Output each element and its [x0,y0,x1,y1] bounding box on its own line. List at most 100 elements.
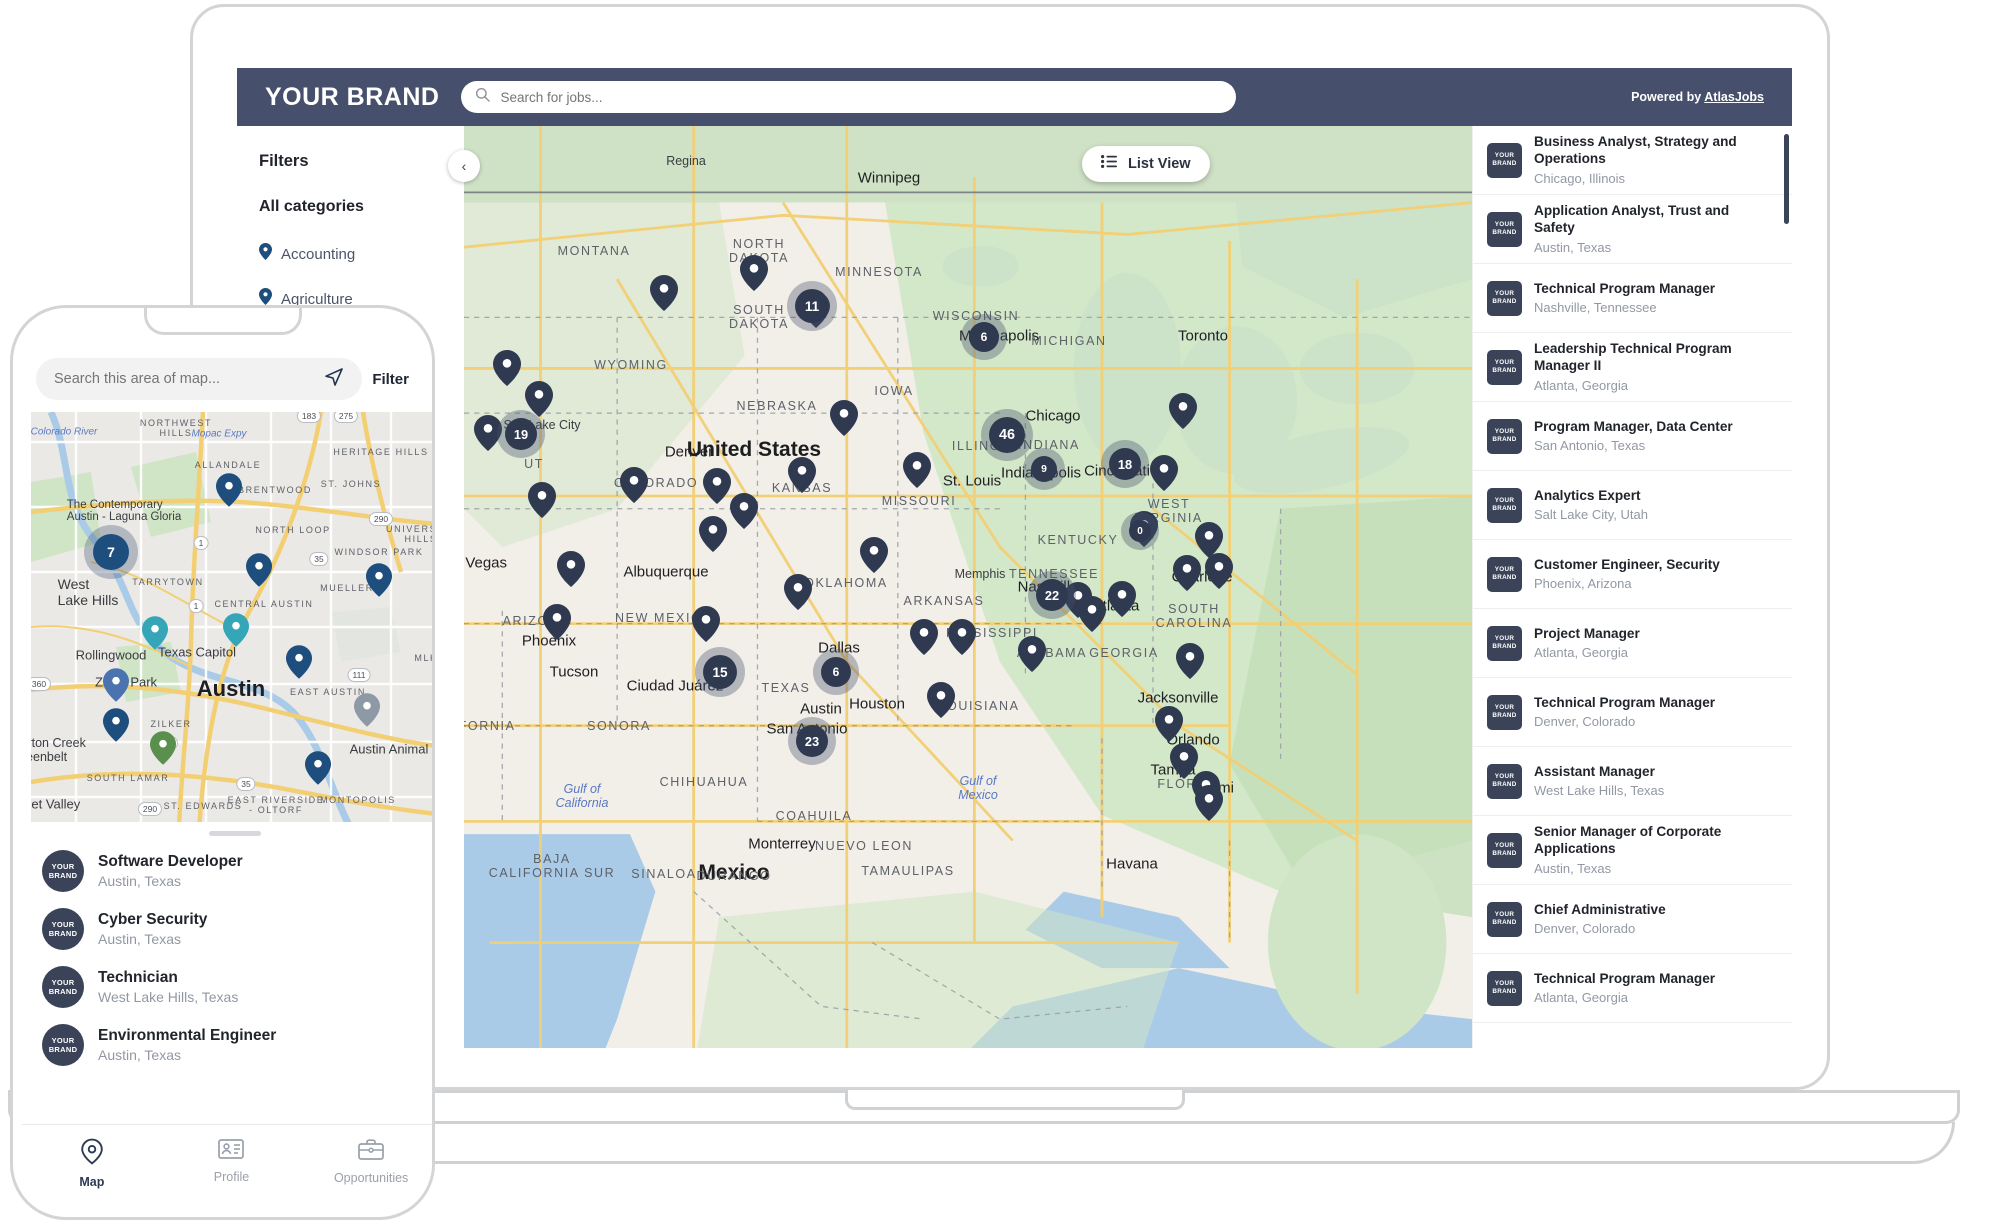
phone-map-pin[interactable] [305,751,331,790]
job-results-list[interactable]: YOUR BRAND Business Analyst, Strategy and … [1472,126,1792,1048]
list-view-button[interactable]: List View [1082,146,1210,182]
job-list-item[interactable]: YOUR BRAND Analytics Expert Salt Lake City,… [1473,471,1792,540]
job-list-item[interactable]: YOUR BRAND Senior Manager of Corporate App… [1473,816,1792,885]
map-pin[interactable] [692,606,720,647]
phone-job-list-item[interactable]: YOUR BRAND Software Developer Austin, Texas [22,842,432,900]
highway-shield: 111 [347,668,371,682]
phone-job-list-item[interactable]: YOUR BRAND Environmental Engineer Austin, T… [22,1016,432,1074]
map-pin[interactable] [620,467,648,508]
job-search-container[interactable] [461,81,1237,113]
search-input[interactable] [500,89,1223,105]
map-pin[interactable] [543,604,571,645]
phone-map-pin[interactable] [103,668,129,707]
map-pin[interactable] [830,400,858,441]
map-pin[interactable] [1205,553,1233,594]
phone-map-pin[interactable] [216,473,242,512]
phone-filter-button[interactable]: Filter [372,371,413,388]
map-pin[interactable] [1155,706,1183,747]
logo-line-2: BRAND [1492,643,1517,650]
job-text: Technical Program Manager Denver, Colorad… [1534,695,1715,730]
phone-search-row: Filter [22,352,427,412]
map-pin[interactable] [903,452,931,493]
job-list-item[interactable]: YOUR BRAND Chief Administrative Denver, Col… [1473,885,1792,954]
job-title: Senior Manager of Corporate Applications [1534,824,1722,856]
map-pin[interactable] [1108,581,1136,622]
phone-search-input[interactable] [54,371,315,387]
map-pin[interactable] [703,468,731,509]
map-pin[interactable] [927,682,955,723]
phone-map-cluster[interactable]: 7 [84,525,138,579]
job-list-item[interactable]: YOUR BRAND Technical Program Manager Denver… [1473,678,1792,747]
map-cluster[interactable]: 9 [1023,448,1065,490]
phone-map-pin[interactable] [354,693,380,732]
job-list-item[interactable]: YOUR BRAND Business Analyst, Strategy and … [1473,126,1792,195]
map-pin[interactable] [910,619,938,660]
jobs-map[interactable]: List View United States Mexico Regina Winni… [464,126,1472,1048]
sheet-drag-handle[interactable] [208,831,261,836]
map-pin[interactable] [788,457,816,498]
map-cluster[interactable]: 6 [961,314,1007,360]
atlasjobs-link[interactable]: AtlasJobs [1704,90,1764,104]
phone-map[interactable]: Austin The Contemporary Austin - Laguna Gl… [31,412,432,829]
job-list-item[interactable]: YOUR BRAND Program Manager, Data Center San… [1473,402,1792,471]
phone-map-pin[interactable] [142,616,168,655]
map-pin[interactable] [493,350,521,391]
map-pin[interactable] [784,574,812,615]
phone-job-list[interactable]: YOUR BRAND Software Developer Austin, Texas… [22,842,432,1074]
job-text: Chief Administrative Denver, Colorado [1534,902,1666,937]
map-pin[interactable] [1169,393,1197,434]
map-cluster[interactable]: 6 [813,649,859,695]
phone-search-container[interactable] [36,358,363,400]
map-pin[interactable] [948,619,976,660]
job-list-item[interactable]: YOUR BRAND Project Manager Atlanta, Georgia [1473,609,1792,678]
map-pin[interactable] [699,516,727,557]
job-list-item[interactable]: YOUR BRAND Leadership Technical Program Ma… [1473,333,1792,402]
company-logo: YOUR BRAND [1487,280,1522,316]
job-list-item[interactable]: YOUR BRAND Technical Program Manager Nashvi… [1473,264,1792,333]
highway-shield: 35 [309,552,329,566]
phone-job-list-item[interactable]: YOUR BRAND Cyber Security Austin, Texas [22,900,432,958]
map-pin[interactable] [650,275,678,316]
company-logo: YOUR BRAND [1487,556,1522,592]
map-pin[interactable] [1173,555,1201,596]
map-cluster[interactable]: 19 [497,410,545,458]
chevron-left-icon[interactable]: ‹ [448,150,480,182]
map-cluster[interactable]: 15 [695,647,745,697]
tab-opportunities[interactable]: Opportunities [326,1138,416,1185]
tab-map[interactable]: Map [47,1138,137,1189]
job-list-item[interactable]: YOUR BRAND Customer Engineer, Security Phoe… [1473,540,1792,609]
phone-map-pin[interactable] [246,553,272,592]
tab-profile[interactable]: Profile [186,1138,276,1184]
logo-line-1: YOUR [51,1035,75,1045]
map-cluster[interactable]: 46 [981,409,1033,461]
phone-map-pin[interactable] [366,563,392,602]
map-pin[interactable] [1176,643,1204,684]
map-pin[interactable] [740,255,768,296]
tab-label: Opportunities [333,1171,409,1185]
all-categories-label[interactable]: All categories [259,198,442,216]
map-pin[interactable] [1018,636,1046,677]
map-cluster[interactable]: 23 [788,717,836,765]
phone-job-list-item[interactable]: YOUR BRAND Technician West Lake Hills, Texa… [22,958,432,1016]
phone-map-pin[interactable] [223,613,249,652]
job-list-item[interactable]: YOUR BRAND Technical Program Manager Atlant… [1473,954,1792,1023]
phone-map-pin[interactable] [286,645,312,684]
map-pin[interactable] [1150,455,1178,496]
map-cluster[interactable]: 22 [1028,571,1076,619]
job-list-item[interactable]: YOUR BRAND Assistant Manager West Lake Hill… [1473,747,1792,816]
phone-map-pin[interactable] [103,708,129,747]
map-cluster[interactable]: 11 [787,281,837,331]
navigate-icon[interactable] [324,367,344,392]
map-pin[interactable] [1195,785,1223,826]
phone-map-pin[interactable] [150,731,176,770]
map-cluster[interactable]: 18 [1101,440,1149,488]
map-pin[interactable] [557,551,585,592]
map-pin[interactable] [860,537,888,578]
map-cluster[interactable]: 0 [1121,512,1159,550]
job-list-item[interactable]: YOUR BRAND Application Analyst, Trust and … [1473,195,1792,264]
category-item-accounting[interactable]: Accounting [259,243,442,265]
map-pin[interactable] [528,482,556,523]
job-location: Austin, Texas [98,873,182,889]
map-pin[interactable] [730,493,758,534]
job-list-scrollbar[interactable] [1784,134,1789,224]
